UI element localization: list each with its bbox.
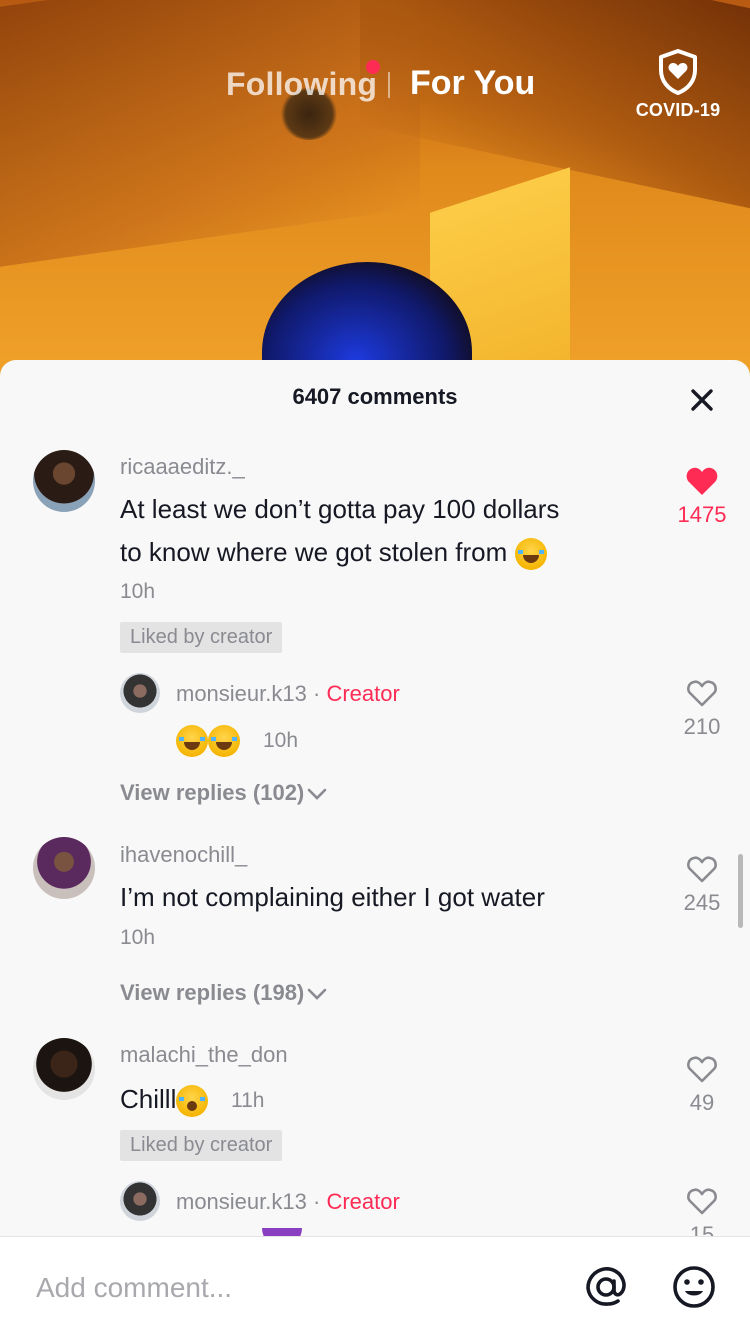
- comment-username[interactable]: malachi_the_don: [120, 1042, 288, 1068]
- reply-text: [176, 718, 240, 760]
- liked-by-creator-badge: Liked by creator: [120, 1130, 283, 1161]
- comment-time: 10h: [120, 926, 156, 949]
- avatar[interactable]: [33, 1038, 95, 1100]
- like-count: 245: [683, 890, 721, 915]
- avatar[interactable]: [33, 450, 95, 512]
- comments-count-title: 6407 comments: [292, 384, 458, 409]
- comment-text: I’m not complaining either I got water: [120, 882, 545, 912]
- laughing-emoji-icon: [514, 538, 547, 571]
- comment-text-line: to know where we got stolen from: [120, 537, 508, 567]
- comment-text: At least we don’t gotta pay 100 dollars …: [120, 488, 559, 574]
- tab-for-you[interactable]: For You: [410, 64, 535, 103]
- like-button[interactable]: 245: [667, 854, 737, 916]
- liked-by-creator-badge: Liked by creator: [120, 622, 283, 653]
- mention-icon: [586, 1267, 626, 1306]
- like-button[interactable]: 49: [667, 1054, 737, 1116]
- like-count: 210: [683, 714, 721, 739]
- avatar[interactable]: [120, 1181, 160, 1221]
- video-ceiling-shape: [0, 0, 420, 273]
- creator-tag: Creator: [326, 1189, 400, 1214]
- avatar[interactable]: [33, 837, 95, 899]
- comment-username[interactable]: ricaaaeditz._: [120, 454, 245, 480]
- heart-icon: [687, 680, 717, 707]
- covid-label: COVID-19: [635, 100, 721, 120]
- chevron-down-icon: [307, 988, 327, 1001]
- laughing-emoji-icon: [176, 725, 208, 758]
- comment-time: 11h: [231, 1089, 265, 1112]
- comment-time: 10h: [120, 580, 156, 603]
- separator-dot: ·: [312, 681, 321, 706]
- view-replies-button[interactable]: View replies (102): [120, 780, 328, 806]
- reply-username-line: monsieur.k13 · Creator: [176, 1189, 400, 1215]
- chevron-down-icon: [307, 788, 327, 801]
- emoji-icon: [673, 1266, 715, 1308]
- nav-divider: [388, 72, 390, 98]
- creator-tag: Creator: [326, 681, 400, 706]
- like-count: 1475: [677, 502, 727, 527]
- view-replies-button[interactable]: View replies (198): [120, 980, 328, 1006]
- separator-dot: ·: [312, 1189, 321, 1214]
- comment-text-body: Chilll: [120, 1084, 177, 1114]
- tab-following[interactable]: Following: [226, 66, 377, 103]
- covid-button[interactable]: COVID-19: [628, 48, 728, 128]
- comment-text: Chilll: [120, 1078, 209, 1121]
- close-icon: [691, 389, 713, 411]
- heart-icon: [686, 467, 718, 495]
- reply-username[interactable]: monsieur.k13: [176, 1189, 307, 1214]
- emoji-button[interactable]: [670, 1263, 718, 1311]
- laughing-emoji-icon: [208, 725, 240, 758]
- heart-icon: [687, 1056, 717, 1083]
- avatar[interactable]: [120, 673, 160, 713]
- view-replies-label: View replies (198): [120, 980, 305, 1005]
- heart-icon: [687, 856, 717, 883]
- comment-text-line: At least we don’t gotta pay 100 dollars: [120, 494, 560, 524]
- mention-button[interactable]: [582, 1263, 630, 1311]
- add-comment-bar: [0, 1236, 750, 1335]
- like-count: 49: [689, 1090, 715, 1115]
- reply-username-line: monsieur.k13 · Creator: [176, 681, 400, 707]
- reply-username[interactable]: monsieur.k13: [176, 681, 307, 706]
- reply-time: 10h: [263, 729, 299, 752]
- view-replies-label: View replies (102): [120, 780, 305, 805]
- add-comment-input[interactable]: [34, 1267, 558, 1309]
- heart-icon: [687, 1188, 717, 1215]
- comments-scrollbar[interactable]: [738, 854, 743, 928]
- like-button[interactable]: 210: [667, 678, 737, 740]
- covid-shield-icon: [659, 49, 697, 95]
- following-notification-dot: [366, 60, 380, 74]
- close-button[interactable]: [684, 382, 720, 418]
- crying-emoji-icon: [176, 1085, 209, 1118]
- like-button[interactable]: 1475: [667, 466, 737, 528]
- comment-username[interactable]: ihavenochill_: [120, 842, 247, 868]
